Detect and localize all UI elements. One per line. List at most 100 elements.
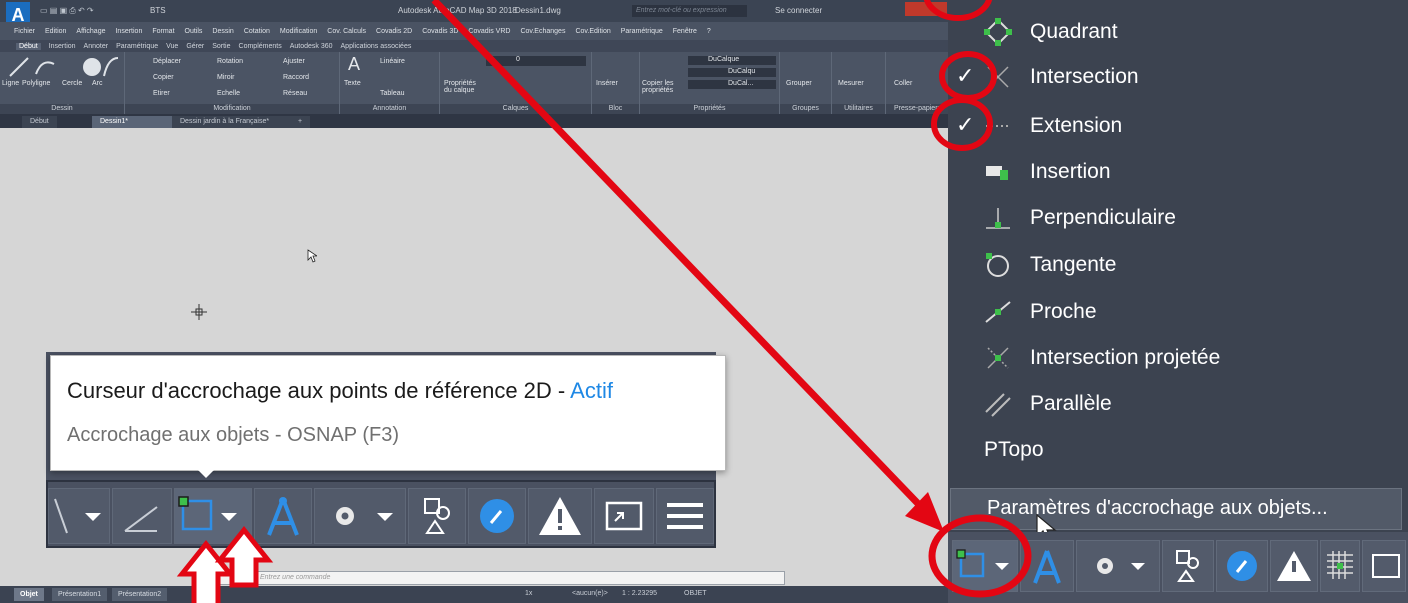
layout-tab-presentation1[interactable]: Présentation1 bbox=[52, 588, 108, 601]
panel-label[interactable]: Groupes bbox=[780, 104, 831, 114]
tool-polyligne[interactable]: Polyligne bbox=[22, 80, 50, 87]
layer-dropdown[interactable]: 0 bbox=[486, 56, 586, 66]
tab-autodesk360[interactable]: Autodesk 360 bbox=[290, 43, 333, 50]
menu-item[interactable]: Covadis 2D bbox=[376, 28, 412, 35]
menu-item[interactable]: Modification bbox=[280, 28, 317, 35]
menu-item[interactable]: Outils bbox=[185, 28, 203, 35]
fullscreen-button[interactable] bbox=[1362, 540, 1406, 592]
menu-item[interactable]: Fenêtre bbox=[673, 28, 697, 35]
object-snap-tracking-button[interactable] bbox=[254, 488, 312, 544]
tool-copier[interactable]: Copier bbox=[153, 74, 174, 81]
zoom-readout[interactable]: 1 : 2.23295 bbox=[622, 590, 657, 597]
tool-tableau[interactable]: Tableau bbox=[380, 90, 405, 97]
tool-echelle[interactable]: Echelle bbox=[217, 90, 240, 97]
tool-reseau[interactable]: Réseau bbox=[283, 90, 307, 97]
layout-tab-presentation2[interactable]: Présentation2 bbox=[112, 588, 168, 601]
selection-cycling-button[interactable] bbox=[1162, 540, 1214, 592]
tool-ligne[interactable]: Ligne bbox=[2, 80, 19, 87]
tool-deplacer[interactable]: Déplacer bbox=[153, 58, 181, 65]
osnap-item-tangente[interactable]: Tangente bbox=[948, 243, 1400, 287]
workspace-name[interactable]: BTS bbox=[150, 6, 166, 15]
menu-item[interactable]: Edition bbox=[45, 28, 66, 35]
search-input[interactable]: Entrez mot-clé ou expression bbox=[632, 5, 747, 17]
osnap-item-intersection-projetee[interactable]: Intersection projetée bbox=[948, 336, 1400, 380]
osnap-item-extension[interactable]: ✓ Extension bbox=[948, 104, 1400, 148]
tab-applications[interactable]: Applications associées bbox=[341, 43, 412, 50]
warning-button[interactable] bbox=[528, 488, 592, 544]
lineweight-dropdown[interactable]: DuCal... bbox=[688, 80, 776, 89]
tool-cercle[interactable]: Cercle bbox=[62, 80, 82, 87]
tab-gerer[interactable]: Gérer bbox=[186, 43, 204, 50]
panel-label[interactable]: Bloc bbox=[592, 104, 639, 114]
panel-label[interactable]: Utilitaires bbox=[832, 104, 885, 114]
layout-tab-objet[interactable]: Objet bbox=[14, 588, 44, 601]
tab-debut[interactable]: Début bbox=[16, 42, 41, 50]
panel-label[interactable]: Calques bbox=[440, 104, 591, 114]
tab-sortie[interactable]: Sortie bbox=[212, 43, 230, 50]
polar-tracking-button[interactable] bbox=[48, 488, 110, 544]
mode-readout[interactable]: OBJET bbox=[684, 590, 707, 597]
doc-tab-debut[interactable]: Début bbox=[22, 116, 57, 128]
tab-complements[interactable]: Compléments bbox=[239, 43, 282, 50]
tool-texte[interactable]: Texte bbox=[344, 80, 361, 87]
doc-tab-jardin[interactable]: Dessin jardin à la Française* bbox=[172, 116, 294, 128]
tool-coller[interactable]: Coller bbox=[894, 80, 912, 87]
command-line[interactable]: Entrez une commande bbox=[215, 571, 785, 585]
dynamic-ucs-button[interactable] bbox=[468, 488, 526, 544]
tool-etirer[interactable]: Etirer bbox=[153, 90, 170, 97]
osnap-item-perpendiculaire[interactable]: Perpendiculaire bbox=[948, 196, 1400, 240]
menu-item[interactable]: ? bbox=[707, 28, 711, 35]
warning-button[interactable] bbox=[1270, 540, 1318, 592]
quick-access-toolbar[interactable]: ▭ ▤ ▣ ⎙ ↶ ↷ bbox=[40, 6, 94, 16]
menu-item[interactable]: Cov. Calculs bbox=[327, 28, 366, 35]
tool-inserer[interactable]: Insérer bbox=[596, 80, 618, 87]
new-tab-button[interactable]: + bbox=[290, 116, 311, 128]
tool-raccord[interactable]: Raccord bbox=[283, 74, 309, 81]
tab-parametrique[interactable]: Paramétrique bbox=[116, 43, 158, 50]
selection-cycling-button[interactable] bbox=[408, 488, 466, 544]
osnap-item-quadrant[interactable]: Quadrant bbox=[948, 10, 1400, 54]
osnap-button[interactable] bbox=[174, 488, 252, 544]
menu-item[interactable]: Cotation bbox=[244, 28, 270, 35]
tab-insertion[interactable]: Insertion bbox=[49, 43, 76, 50]
linetype-dropdown[interactable]: DuCalqu bbox=[688, 68, 776, 77]
tab-vue[interactable]: Vue bbox=[166, 43, 178, 50]
fullscreen-button[interactable] bbox=[594, 488, 654, 544]
settings-gear-button[interactable] bbox=[314, 488, 406, 544]
panel-label[interactable]: Propriétés bbox=[640, 104, 779, 114]
annotation-scale[interactable]: <aucun(e)> bbox=[572, 590, 608, 597]
panel-label[interactable]: Modification bbox=[125, 104, 339, 114]
tool-arc[interactable]: Arc bbox=[92, 80, 103, 87]
tool-lineaire[interactable]: Linéaire bbox=[380, 58, 405, 65]
menu-item[interactable]: Format bbox=[152, 28, 174, 35]
customization-menu-button[interactable] bbox=[656, 488, 714, 544]
osnap-item-insertion[interactable]: Insertion bbox=[948, 150, 1400, 194]
settings-gear-button[interactable] bbox=[1076, 540, 1160, 592]
panel-label[interactable]: Annotation bbox=[340, 104, 439, 114]
menu-item[interactable]: Insertion bbox=[115, 28, 142, 35]
color-dropdown[interactable]: DuCalque bbox=[688, 56, 776, 65]
menu-item[interactable]: Cov.Edition bbox=[575, 28, 610, 35]
tool-mesurer[interactable]: Mesurer bbox=[838, 80, 864, 87]
osnap-item-proche[interactable]: Proche bbox=[948, 290, 1400, 334]
grid-snap-button[interactable] bbox=[1320, 540, 1360, 592]
osnap-item-parallele[interactable]: Parallèle bbox=[948, 382, 1400, 426]
osnap-item-ptopo[interactable]: PTopo bbox=[948, 428, 1400, 472]
menu-item[interactable]: Fichier bbox=[14, 28, 35, 35]
osnap-button[interactable] bbox=[952, 540, 1018, 592]
tool-grouper[interactable]: Grouper bbox=[786, 80, 812, 87]
tool-copier-proprietes[interactable]: Copier les propriétés bbox=[642, 80, 684, 94]
menu-item[interactable]: Paramétrique bbox=[621, 28, 663, 35]
tool-miroir[interactable]: Miroir bbox=[217, 74, 235, 81]
text-tool-icon[interactable]: A bbox=[348, 54, 360, 75]
osnap-item-intersection[interactable]: ✓ Intersection bbox=[948, 55, 1400, 99]
iso-draft-button[interactable] bbox=[112, 488, 172, 544]
menu-item[interactable]: Cov.Echanges bbox=[520, 28, 565, 35]
panel-label[interactable]: Presse-papiers bbox=[886, 104, 949, 114]
window-controls[interactable] bbox=[905, 2, 947, 16]
tool-proprietes-calque[interactable]: Propriétés du calque bbox=[444, 80, 484, 94]
dynamic-ucs-button[interactable] bbox=[1216, 540, 1268, 592]
scale-readout[interactable]: 1x bbox=[525, 590, 532, 597]
tool-ajuster[interactable]: Ajuster bbox=[283, 58, 305, 65]
tab-annoter[interactable]: Annoter bbox=[84, 43, 109, 50]
